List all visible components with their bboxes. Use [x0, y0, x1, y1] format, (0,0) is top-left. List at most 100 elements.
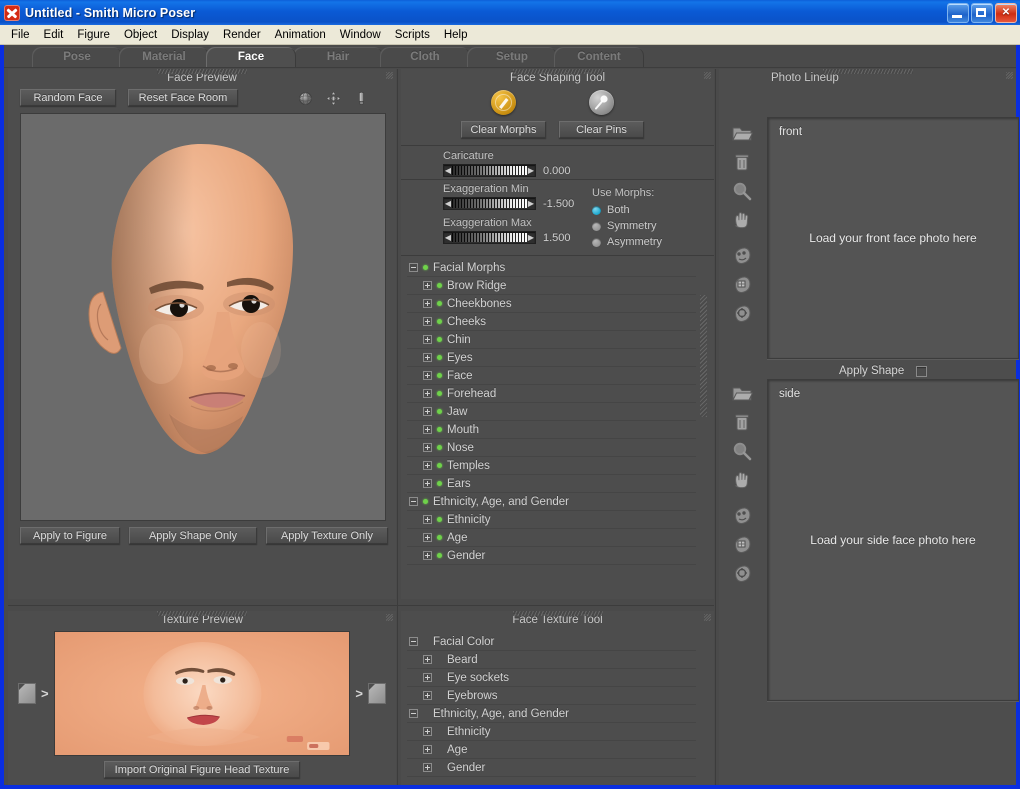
texture-map-image[interactable]: [54, 631, 351, 756]
expand-plus-icon[interactable]: [423, 335, 432, 344]
push-pin-icon[interactable]: [589, 90, 614, 115]
expand-plus-icon[interactable]: [423, 371, 432, 380]
menu-item-object[interactable]: Object: [117, 26, 164, 44]
folder-open-icon[interactable]: [731, 123, 753, 143]
expand-plus-icon[interactable]: [423, 515, 432, 524]
head-feature-icon[interactable]: [731, 245, 753, 265]
prev-texture-page-icon[interactable]: [18, 683, 36, 704]
facial-morphs-tree[interactable]: Facial MorphsBrow RidgeCheekbonesCheeksC…: [407, 259, 696, 595]
slider-left-arrow-icon[interactable]: ◀: [444, 198, 452, 209]
tree-node[interactable]: Ethnicity, Age, and Gender: [407, 705, 696, 723]
next-texture-page-icon[interactable]: [368, 683, 386, 704]
head-feature-icon[interactable]: [731, 505, 753, 525]
reset-face-room-button[interactable]: Reset Face Room: [128, 89, 238, 106]
expand-plus-icon[interactable]: [423, 479, 432, 488]
tab-face[interactable]: Face: [206, 47, 296, 67]
collapse-minus-icon[interactable]: [409, 497, 418, 506]
tree-node[interactable]: Facial Morphs: [407, 259, 696, 277]
slider-track[interactable]: [452, 199, 527, 208]
tree-node[interactable]: Forehead: [407, 385, 696, 403]
menu-item-figure[interactable]: Figure: [70, 26, 117, 44]
panel-resize-corner[interactable]: [704, 614, 711, 621]
head-texture-icon[interactable]: [731, 274, 753, 294]
hand-icon[interactable]: [731, 470, 753, 490]
expand-plus-icon[interactable]: [423, 691, 432, 700]
front-photo-dropzone[interactable]: front Load your front face photo here: [767, 117, 1019, 359]
slider-left-arrow-icon[interactable]: ◀: [444, 232, 452, 243]
apply-to-figure-button[interactable]: Apply to Figure: [20, 527, 120, 544]
expand-plus-icon[interactable]: [423, 655, 432, 664]
radio-button-icon[interactable]: [592, 222, 601, 231]
tree-node[interactable]: Temples: [407, 457, 696, 475]
panel-divider-vertical-2[interactable]: [715, 69, 716, 785]
menu-item-file[interactable]: File: [4, 26, 37, 44]
expand-plus-icon[interactable]: [423, 673, 432, 682]
menu-item-scripts[interactable]: Scripts: [388, 26, 437, 44]
apply-shape-checkbox[interactable]: [916, 366, 927, 377]
panel-grip[interactable]: [157, 611, 247, 616]
prev-texture-arrow[interactable]: >: [41, 686, 49, 701]
trash-icon[interactable]: [731, 152, 753, 172]
slider-right-arrow-icon[interactable]: ▶: [527, 232, 535, 243]
tree-node[interactable]: Eye sockets: [407, 669, 696, 687]
expand-plus-icon[interactable]: [423, 745, 432, 754]
slider-track[interactable]: [452, 166, 527, 175]
tab-hair[interactable]: Hair: [293, 47, 383, 67]
slider-track[interactable]: [452, 233, 527, 242]
import-original-head-texture-button[interactable]: Import Original Figure Head Texture: [104, 761, 300, 778]
expand-plus-icon[interactable]: [423, 407, 432, 416]
slider-right-arrow-icon[interactable]: ▶: [527, 165, 535, 176]
clear-morphs-button[interactable]: Clear Morphs: [461, 121, 546, 138]
tab-setup[interactable]: Setup: [467, 47, 557, 67]
panel-resize-corner[interactable]: [704, 72, 711, 79]
tree-node[interactable]: Cheeks: [407, 313, 696, 331]
menu-item-edit[interactable]: Edit: [37, 26, 71, 44]
menu-item-animation[interactable]: Animation: [268, 26, 333, 44]
tree-node[interactable]: Mouth: [407, 421, 696, 439]
rotate-sphere-icon[interactable]: [297, 90, 314, 107]
menu-item-display[interactable]: Display: [164, 26, 216, 44]
tree-node[interactable]: Facial Color: [407, 633, 696, 651]
move-cross-icon[interactable]: [325, 90, 342, 107]
caricature-slider[interactable]: ◀ ▶: [443, 164, 536, 177]
magnifier-icon[interactable]: [731, 441, 753, 461]
expand-plus-icon[interactable]: [423, 281, 432, 290]
collapse-minus-icon[interactable]: [409, 263, 418, 272]
expand-plus-icon[interactable]: [423, 443, 432, 452]
expand-plus-icon[interactable]: [423, 317, 432, 326]
magnifier-icon[interactable]: [731, 181, 753, 201]
panel-grip[interactable]: [157, 69, 247, 74]
tab-material[interactable]: Material: [119, 47, 209, 67]
expand-plus-icon[interactable]: [423, 763, 432, 772]
expand-plus-icon[interactable]: [423, 551, 432, 560]
radio-button-icon[interactable]: [592, 206, 601, 215]
expand-plus-icon[interactable]: [423, 353, 432, 362]
morph-brush-icon[interactable]: [491, 90, 516, 115]
face-preview-viewport[interactable]: [20, 113, 386, 521]
tree-node[interactable]: Gender: [407, 759, 696, 777]
tab-pose[interactable]: Pose: [32, 47, 122, 67]
panel-grip[interactable]: [513, 611, 603, 616]
light-bulb-icon[interactable]: [353, 90, 370, 107]
use-morphs-option-both[interactable]: Both: [592, 204, 702, 216]
tree-node[interactable]: Nose: [407, 439, 696, 457]
apply-shape-only-button[interactable]: Apply Shape Only: [129, 527, 257, 544]
tab-cloth[interactable]: Cloth: [380, 47, 470, 67]
caricature-value[interactable]: 0.000: [543, 165, 583, 177]
exaggeration-min-value[interactable]: -1.500: [543, 198, 583, 210]
side-photo-dropzone[interactable]: side Load your side face photo here: [767, 379, 1019, 701]
panel-grip[interactable]: [823, 69, 913, 74]
expand-plus-icon[interactable]: [423, 425, 432, 434]
tree-node[interactable]: Beard: [407, 651, 696, 669]
tree-node[interactable]: Gender: [407, 547, 696, 565]
expand-plus-icon[interactable]: [423, 299, 432, 308]
hand-icon[interactable]: [731, 210, 753, 230]
tree-node[interactable]: Ears: [407, 475, 696, 493]
tree-node[interactable]: Eyebrows: [407, 687, 696, 705]
next-texture-arrow[interactable]: >: [355, 686, 363, 701]
menu-item-render[interactable]: Render: [216, 26, 268, 44]
trash-icon[interactable]: [731, 412, 753, 432]
folder-open-icon[interactable]: [731, 383, 753, 403]
expand-plus-icon[interactable]: [423, 727, 432, 736]
tree-node[interactable]: Age: [407, 529, 696, 547]
